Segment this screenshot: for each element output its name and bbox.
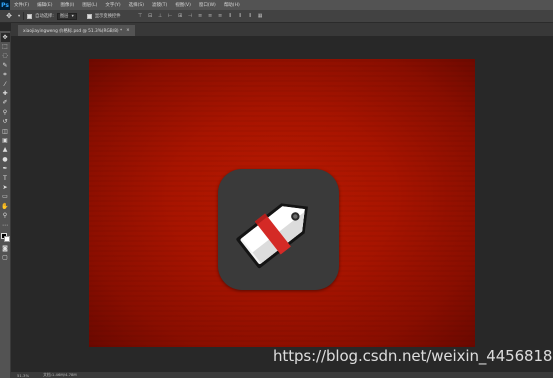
distribute-left-icon[interactable]: ⦀ <box>227 13 234 20</box>
document-tab[interactable]: xiaojiayingweng 价格标.psd @ 51.3%(RGB/8) *… <box>18 25 135 36</box>
screen-mode-tool-icon[interactable]: ▢ <box>1 254 10 263</box>
distribute-vcenter-icon[interactable]: ≡ <box>207 13 214 20</box>
tools-panel: ✥ ⬚ ◌ ✎ ⌗ ⁄ ✚ ✐ ⚲ ↺ ◫ ▣ ▲ ● ✒ T ➤ ▭ ✋ ⚲ ⋯ ◙ ▢ <box>0 31 11 378</box>
watermark-url: https://blog.csdn.net/weixin_44568187 <box>273 347 553 365</box>
stamp-tool-icon[interactable]: ⚲ <box>1 108 10 117</box>
menu-item[interactable]: 文字(Y) <box>101 2 124 8</box>
menu-item[interactable]: 图层(L) <box>78 2 101 8</box>
crop-tool-icon[interactable]: ⌗ <box>1 71 10 80</box>
zoom-level[interactable]: 51.3% <box>17 373 29 378</box>
eraser-tool-icon[interactable]: ◫ <box>1 127 10 136</box>
tool-list-bottom: ◙ ▢ <box>1 244 10 263</box>
distribute-right-icon[interactable]: ⦀ <box>247 13 254 20</box>
photoshop-logo-icon: Ps <box>0 0 10 10</box>
menu-item[interactable]: 选择(S) <box>125 2 148 8</box>
hand-tool-icon[interactable]: ✋ <box>1 202 10 211</box>
menu-item[interactable]: 文件(F) <box>10 2 33 8</box>
price-tag-app-icon <box>218 169 339 290</box>
auto-align-icon[interactable]: ▦ <box>257 13 264 20</box>
shape-tool-icon[interactable]: ▭ <box>1 193 10 202</box>
pen-tool-icon[interactable]: ✒ <box>1 164 10 173</box>
tool-list: ✥ ⬚ ◌ ✎ ⌗ ⁄ ✚ ✐ ⚲ ↺ ◫ ▣ ▲ ● ✒ T ➤ ▭ ✋ ⚲ ⋯ <box>0 33 10 230</box>
auto-select-label: 自动选择: <box>35 14 54 19</box>
align-bottom-icon[interactable]: ⊥ <box>157 13 164 20</box>
blur-tool-icon[interactable]: ▲ <box>1 146 10 155</box>
menu-item[interactable]: 图像(I) <box>56 2 78 8</box>
distribute-hcenter-icon[interactable]: ⦀ <box>237 13 244 20</box>
auto-select-checkbox[interactable] <box>27 13 33 19</box>
close-icon[interactable]: × <box>126 28 130 33</box>
history-brush-tool-icon[interactable]: ↺ <box>1 118 10 127</box>
type-tool-icon[interactable]: T <box>1 174 10 183</box>
menu-item[interactable]: 编辑(E) <box>33 2 56 8</box>
menu-bar: Ps 文件(F) 编辑(E) 图像(I) 图层(L) 文字(Y) 选择(S) 滤镜(T) 视图… <box>0 0 553 10</box>
color-swatches[interactable] <box>0 232 10 244</box>
align-vcenter-icon[interactable]: ⊟ <box>147 13 154 20</box>
dodge-tool-icon[interactable]: ● <box>1 155 10 164</box>
chevron-down-icon: ▾ <box>71 13 74 19</box>
marquee-tool-icon[interactable]: ⬚ <box>1 42 10 51</box>
menu-item[interactable]: 滤镜(T) <box>148 2 171 8</box>
options-separator <box>23 12 25 20</box>
align-top-icon[interactable]: ⊤ <box>137 13 144 20</box>
distribute-top-icon[interactable]: ≡ <box>197 13 204 20</box>
menu-item[interactable]: 视图(V) <box>171 2 195 8</box>
show-transform-checkbox[interactable] <box>86 13 92 19</box>
path-select-tool-icon[interactable]: ➤ <box>1 183 10 192</box>
eyedropper-tool-icon[interactable]: ⁄ <box>1 80 10 89</box>
zoom-tool-icon[interactable]: ⚲ <box>1 211 10 220</box>
show-transform-label: 显示变换控件 <box>94 14 121 19</box>
brush-tool-icon[interactable]: ✐ <box>1 99 10 108</box>
document-info: 文档:1.46M/4.78M <box>43 372 77 377</box>
menu-item[interactable]: 窗口(W) <box>195 2 220 8</box>
document-tab-bar: xiaojiayingweng 价格标.psd @ 51.3%(RGB/8) *… <box>11 23 553 36</box>
menu-items: 文件(F) 编辑(E) 图像(I) 图层(L) 文字(Y) 选择(S) 滤镜(T) 视图(V)… <box>10 2 244 8</box>
align-left-icon[interactable]: ⊢ <box>167 13 174 20</box>
distribute-bottom-icon[interactable]: ≡ <box>217 13 224 20</box>
status-bar: 51.3% 文档:1.46M/4.78M <box>11 372 553 378</box>
quick-select-tool-icon[interactable]: ✎ <box>1 61 10 70</box>
menu-item[interactable]: 帮助(H) <box>220 2 244 8</box>
background-color-swatch[interactable] <box>4 236 10 243</box>
quick-mask-tool-icon[interactable]: ◙ <box>1 244 10 253</box>
document-tab-label: xiaojiayingweng 价格标.psd @ 51.3%(RGB/8) * <box>23 28 123 34</box>
options-bar: ✥ ▾ 自动选择: 图层 ▾ 显示变换控件 ⊤ ⊟ ⊥ ⊢ ⊞ ⊣ ≡ ≡ ≡ ⦀ ⦀ ⦀ ▦ <box>0 10 553 23</box>
move-icon[interactable]: ✥ <box>3 11 15 21</box>
auto-select-value: 图层 <box>59 14 69 19</box>
align-hcenter-icon[interactable]: ⊞ <box>177 13 184 20</box>
more-tools-icon[interactable]: ⋯ <box>1 221 10 230</box>
auto-select-dropdown[interactable]: 图层 ▾ <box>56 12 77 20</box>
move-tool-icon[interactable]: ✥ <box>0 33 10 43</box>
healing-tool-icon[interactable]: ✚ <box>1 89 10 98</box>
gradient-tool-icon[interactable]: ▣ <box>1 136 10 145</box>
lasso-tool-icon[interactable]: ◌ <box>1 52 10 61</box>
align-right-icon[interactable]: ⊣ <box>187 13 194 20</box>
tool-preset-chevron-icon[interactable]: ▾ <box>18 14 20 19</box>
align-buttons: ⊤ ⊟ ⊥ ⊢ ⊞ ⊣ ≡ ≡ ≡ ⦀ ⦀ ⦀ ▦ <box>137 13 264 20</box>
price-tag-icon <box>236 196 315 269</box>
